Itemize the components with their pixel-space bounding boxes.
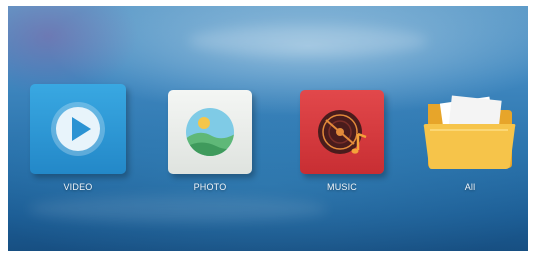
play-icon <box>51 102 105 156</box>
background-streak <box>188 26 428 56</box>
all-files-label: All <box>464 182 476 192</box>
photo-label: PHOTO <box>193 182 227 192</box>
video-label: VIDEO <box>63 182 93 192</box>
video-tile[interactable] <box>30 84 126 174</box>
folder-icon <box>423 95 516 169</box>
home-screen: VIDEO PHOTO MUSIC All <box>8 6 528 251</box>
photo-tile[interactable] <box>168 90 252 174</box>
music-label: MUSIC <box>327 182 357 192</box>
music-tile[interactable] <box>300 90 384 174</box>
landscape-photo-icon <box>186 108 234 156</box>
vinyl-note-icon <box>318 110 367 154</box>
all-files-tile[interactable] <box>420 90 518 174</box>
background-streak <box>28 196 328 222</box>
